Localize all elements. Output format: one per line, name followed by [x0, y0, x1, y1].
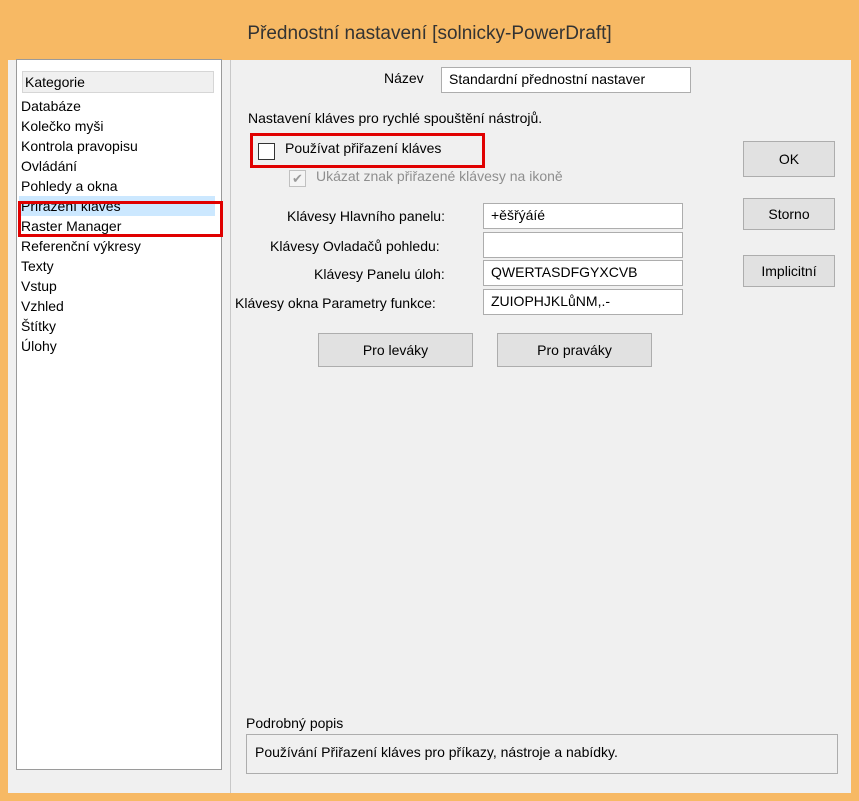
category-item-pohledy-a-okna[interactable]: Pohledy a okna: [19, 176, 215, 196]
category-item-kontrola-pravopisu[interactable]: Kontrola pravopisu: [19, 136, 215, 156]
name-label: Název: [384, 70, 424, 86]
selected-category-highlight: [18, 201, 223, 237]
task-panel-keys-label: Klávesy Panelu úloh:: [314, 266, 445, 282]
category-item-stitky[interactable]: Štítky: [19, 316, 215, 336]
task-panel-keys-field[interactable]: QWERTASDFGYXCVB: [483, 260, 683, 286]
cancel-button[interactable]: Storno: [743, 198, 835, 230]
main-panel-keys-label: Klávesy Hlavního panelu:: [287, 208, 445, 224]
show-key-icon-checkbox[interactable]: ✔: [289, 170, 306, 187]
left-handed-button[interactable]: Pro leváky: [318, 333, 473, 367]
main-panel-keys-field[interactable]: +ěšřýáíé: [483, 203, 683, 229]
view-controls-keys-field[interactable]: [483, 232, 683, 258]
use-keys-highlight: [250, 133, 485, 168]
window-title: Přednostní nastavení [solnicky-PowerDraf…: [0, 0, 859, 60]
category-item-vstup[interactable]: Vstup: [19, 276, 215, 296]
category-item-referencni-vykresy[interactable]: Referenční výkresy: [19, 236, 215, 256]
category-item-texty[interactable]: Texty: [19, 256, 215, 276]
default-button[interactable]: Implicitní: [743, 255, 835, 287]
details-text: Používání Přiřazení kláves pro příkazy, …: [246, 734, 838, 774]
right-handed-button[interactable]: Pro praváky: [497, 333, 652, 367]
category-item-kolecko-mysi[interactable]: Kolečko myši: [19, 116, 215, 136]
section-intro-text: Nastavení kláves pro rychlé spouštění ná…: [248, 110, 543, 126]
checkmark-icon: ✔: [292, 171, 303, 186]
view-controls-keys-label: Klávesy Ovladačů pohledu:: [270, 238, 440, 254]
category-item-ovladani[interactable]: Ovládání: [19, 156, 215, 176]
category-item-databaze[interactable]: Databáze: [19, 96, 215, 116]
panel-divider: [230, 60, 231, 793]
category-item-vzhled[interactable]: Vzhled: [19, 296, 215, 316]
params-window-keys-field[interactable]: ZUIOPHJKLůNM,.-: [483, 289, 683, 315]
category-list[interactable]: Kategorie Databáze Kolečko myši Kontrola…: [16, 59, 222, 770]
show-key-icon-label: Ukázat znak přiřazené klávesy na ikoně: [316, 168, 563, 184]
category-item-ulohy[interactable]: Úlohy: [19, 336, 215, 356]
params-window-keys-label: Klávesy okna Parametry funkce:: [235, 295, 436, 311]
details-label: Podrobný popis: [246, 715, 344, 731]
ok-button[interactable]: OK: [743, 141, 835, 177]
category-list-header: Kategorie: [22, 71, 214, 93]
name-field[interactable]: Standardní přednostní nastaver: [441, 67, 691, 93]
